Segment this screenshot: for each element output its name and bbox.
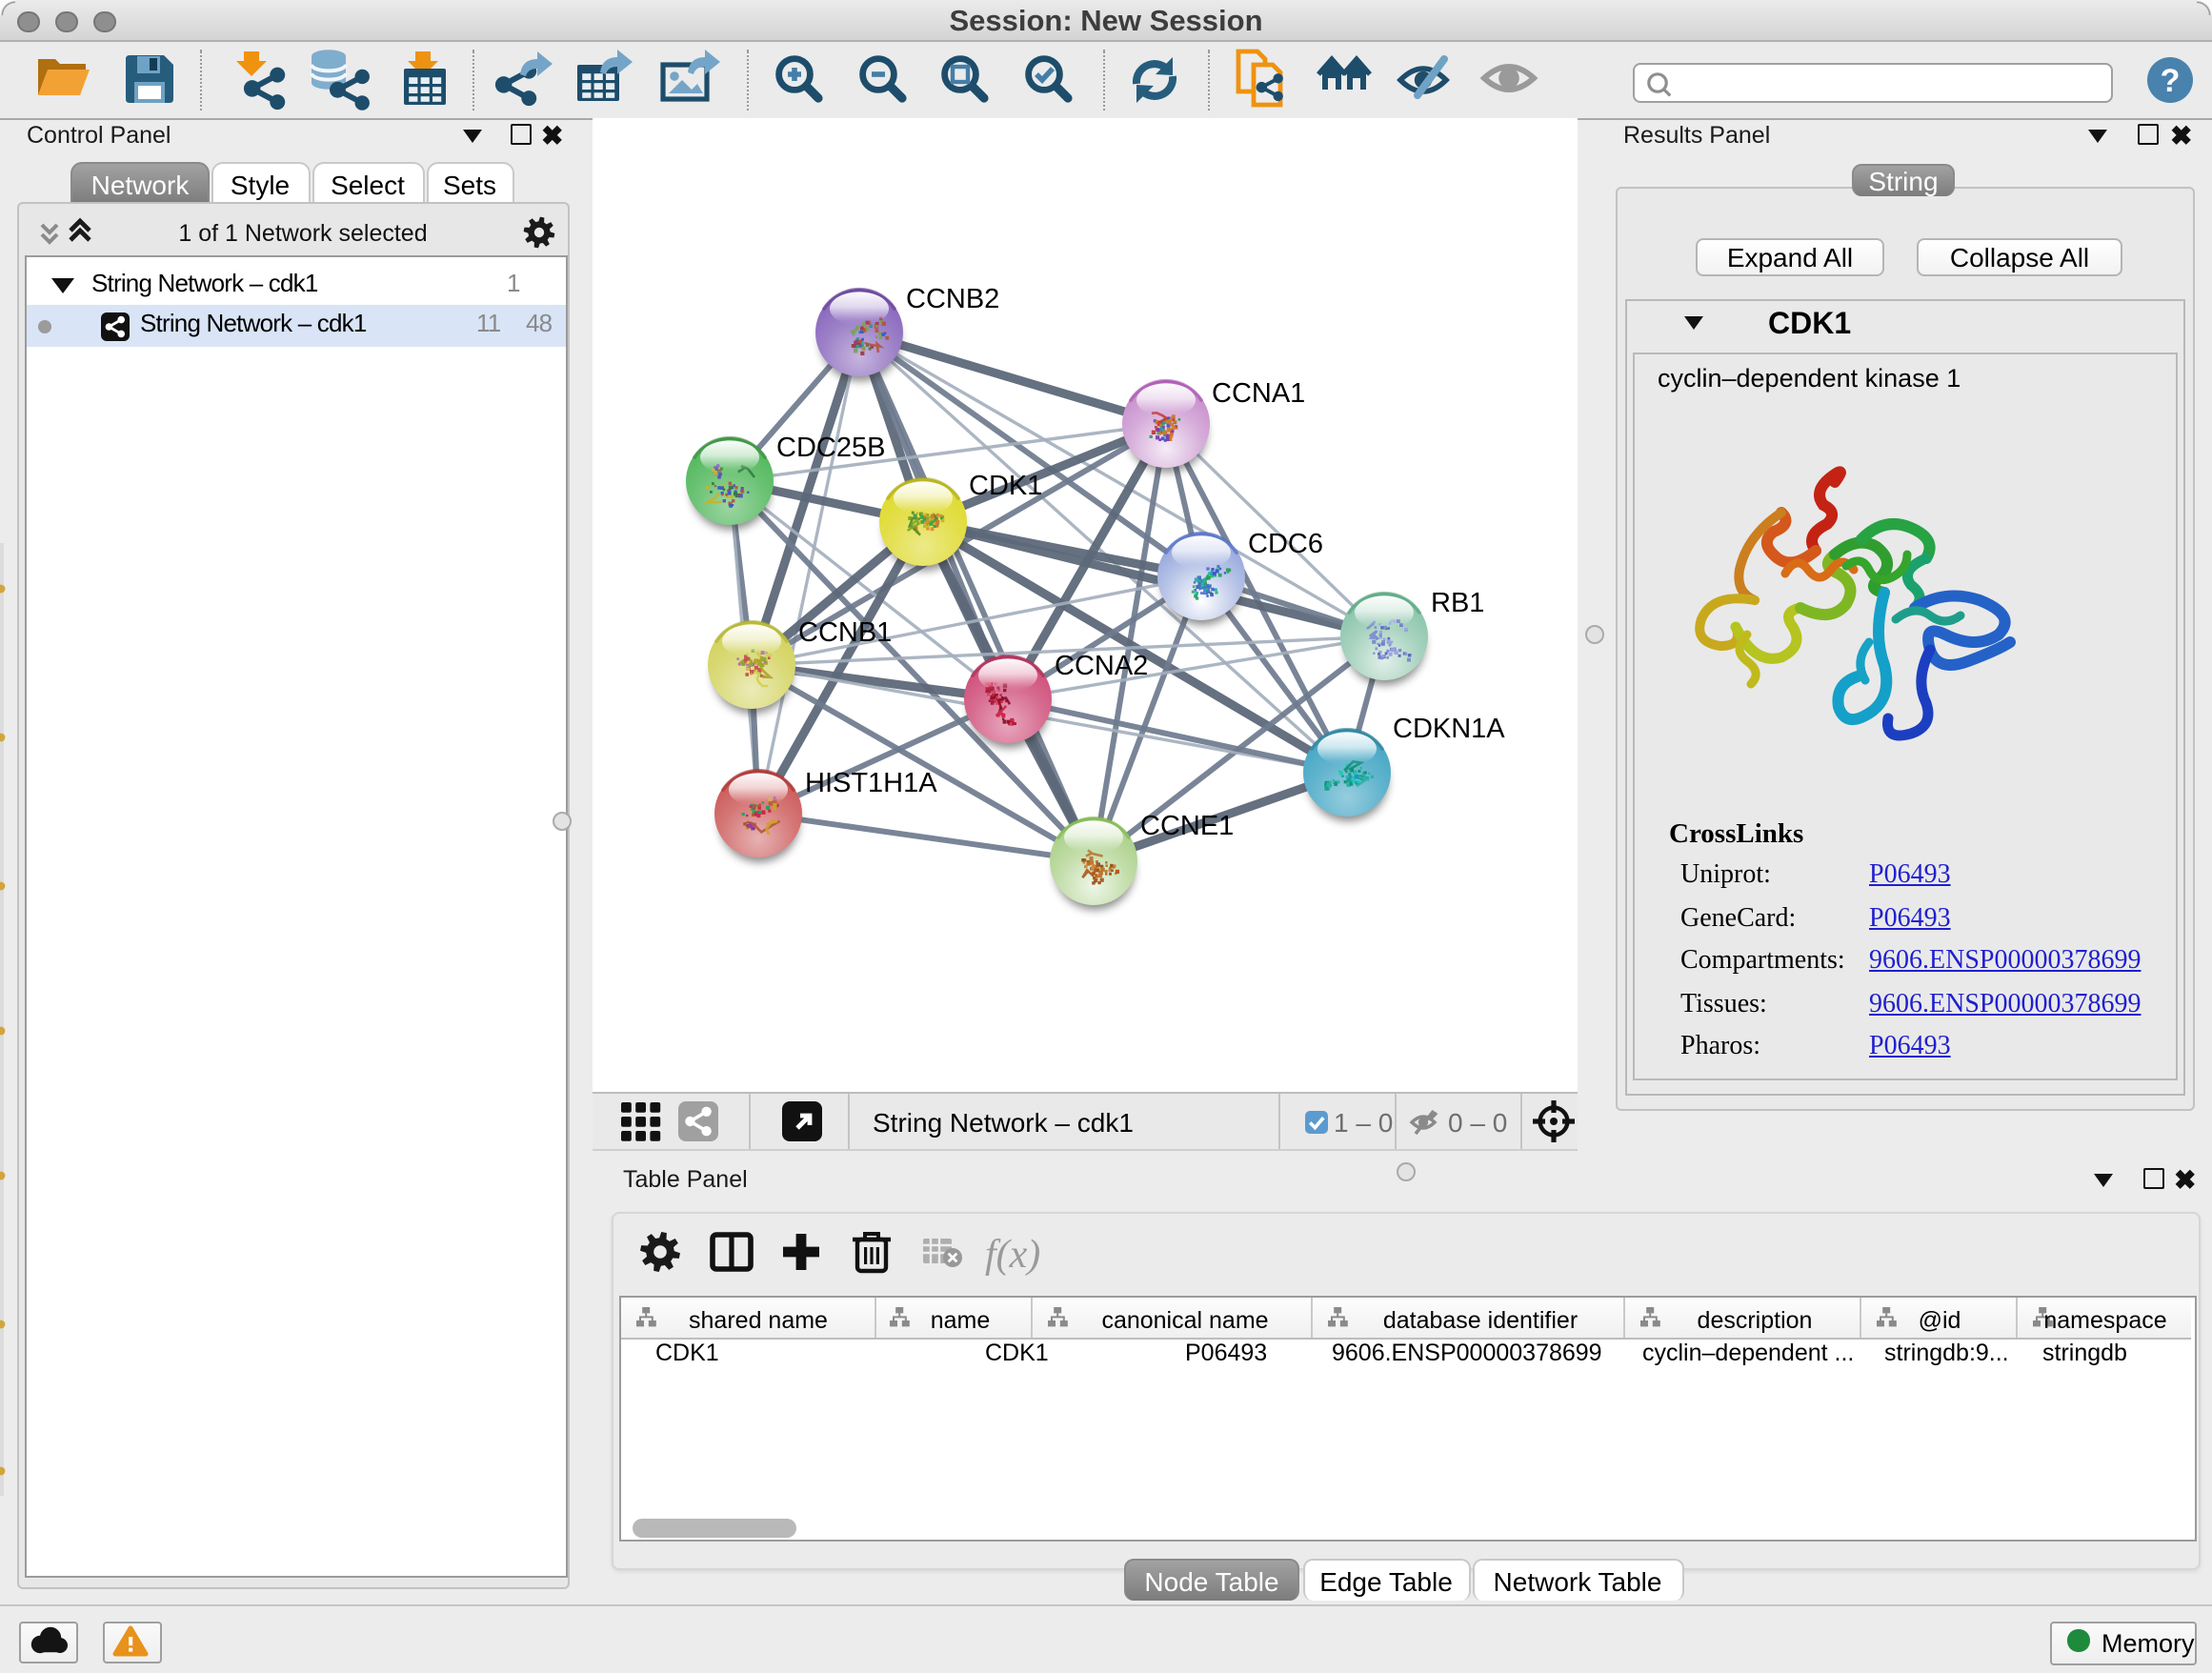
svg-text:database identifier: database identifier [1383, 1307, 1578, 1334]
svg-text:CCNB1: CCNB1 [798, 617, 892, 648]
svg-text:CDK1: CDK1 [969, 471, 1042, 501]
svg-text:CCNA1: CCNA1 [1212, 378, 1305, 409]
svg-text:@id: @id [1919, 1307, 1961, 1334]
svg-text:canonical name: canonical name [1101, 1307, 1268, 1334]
svg-text:CCNB2: CCNB2 [906, 284, 999, 314]
svg-text:description: description [1698, 1307, 1813, 1334]
svg-text:name: name [931, 1307, 991, 1334]
svg-text:?: ? [2161, 63, 2181, 99]
svg-text:shared name: shared name [689, 1307, 828, 1334]
svg-text:1 of 1 Network selected: 1 of 1 Network selected [178, 220, 427, 247]
svg-text:HIST1H1A: HIST1H1A [805, 768, 937, 798]
svg-text:f(x): f(x) [985, 1233, 1040, 1277]
svg-text:CCNA2: CCNA2 [1055, 651, 1148, 681]
svg-text:namespace: namespace [2043, 1307, 2166, 1334]
svg-text:RB1: RB1 [1431, 588, 1484, 618]
svg-text:CDKN1A: CDKN1A [1393, 714, 1505, 744]
svg-text:CDC25B: CDC25B [776, 433, 885, 463]
svg-text:CCNE1: CCNE1 [1140, 811, 1234, 841]
svg-text:CDC6: CDC6 [1248, 529, 1323, 559]
